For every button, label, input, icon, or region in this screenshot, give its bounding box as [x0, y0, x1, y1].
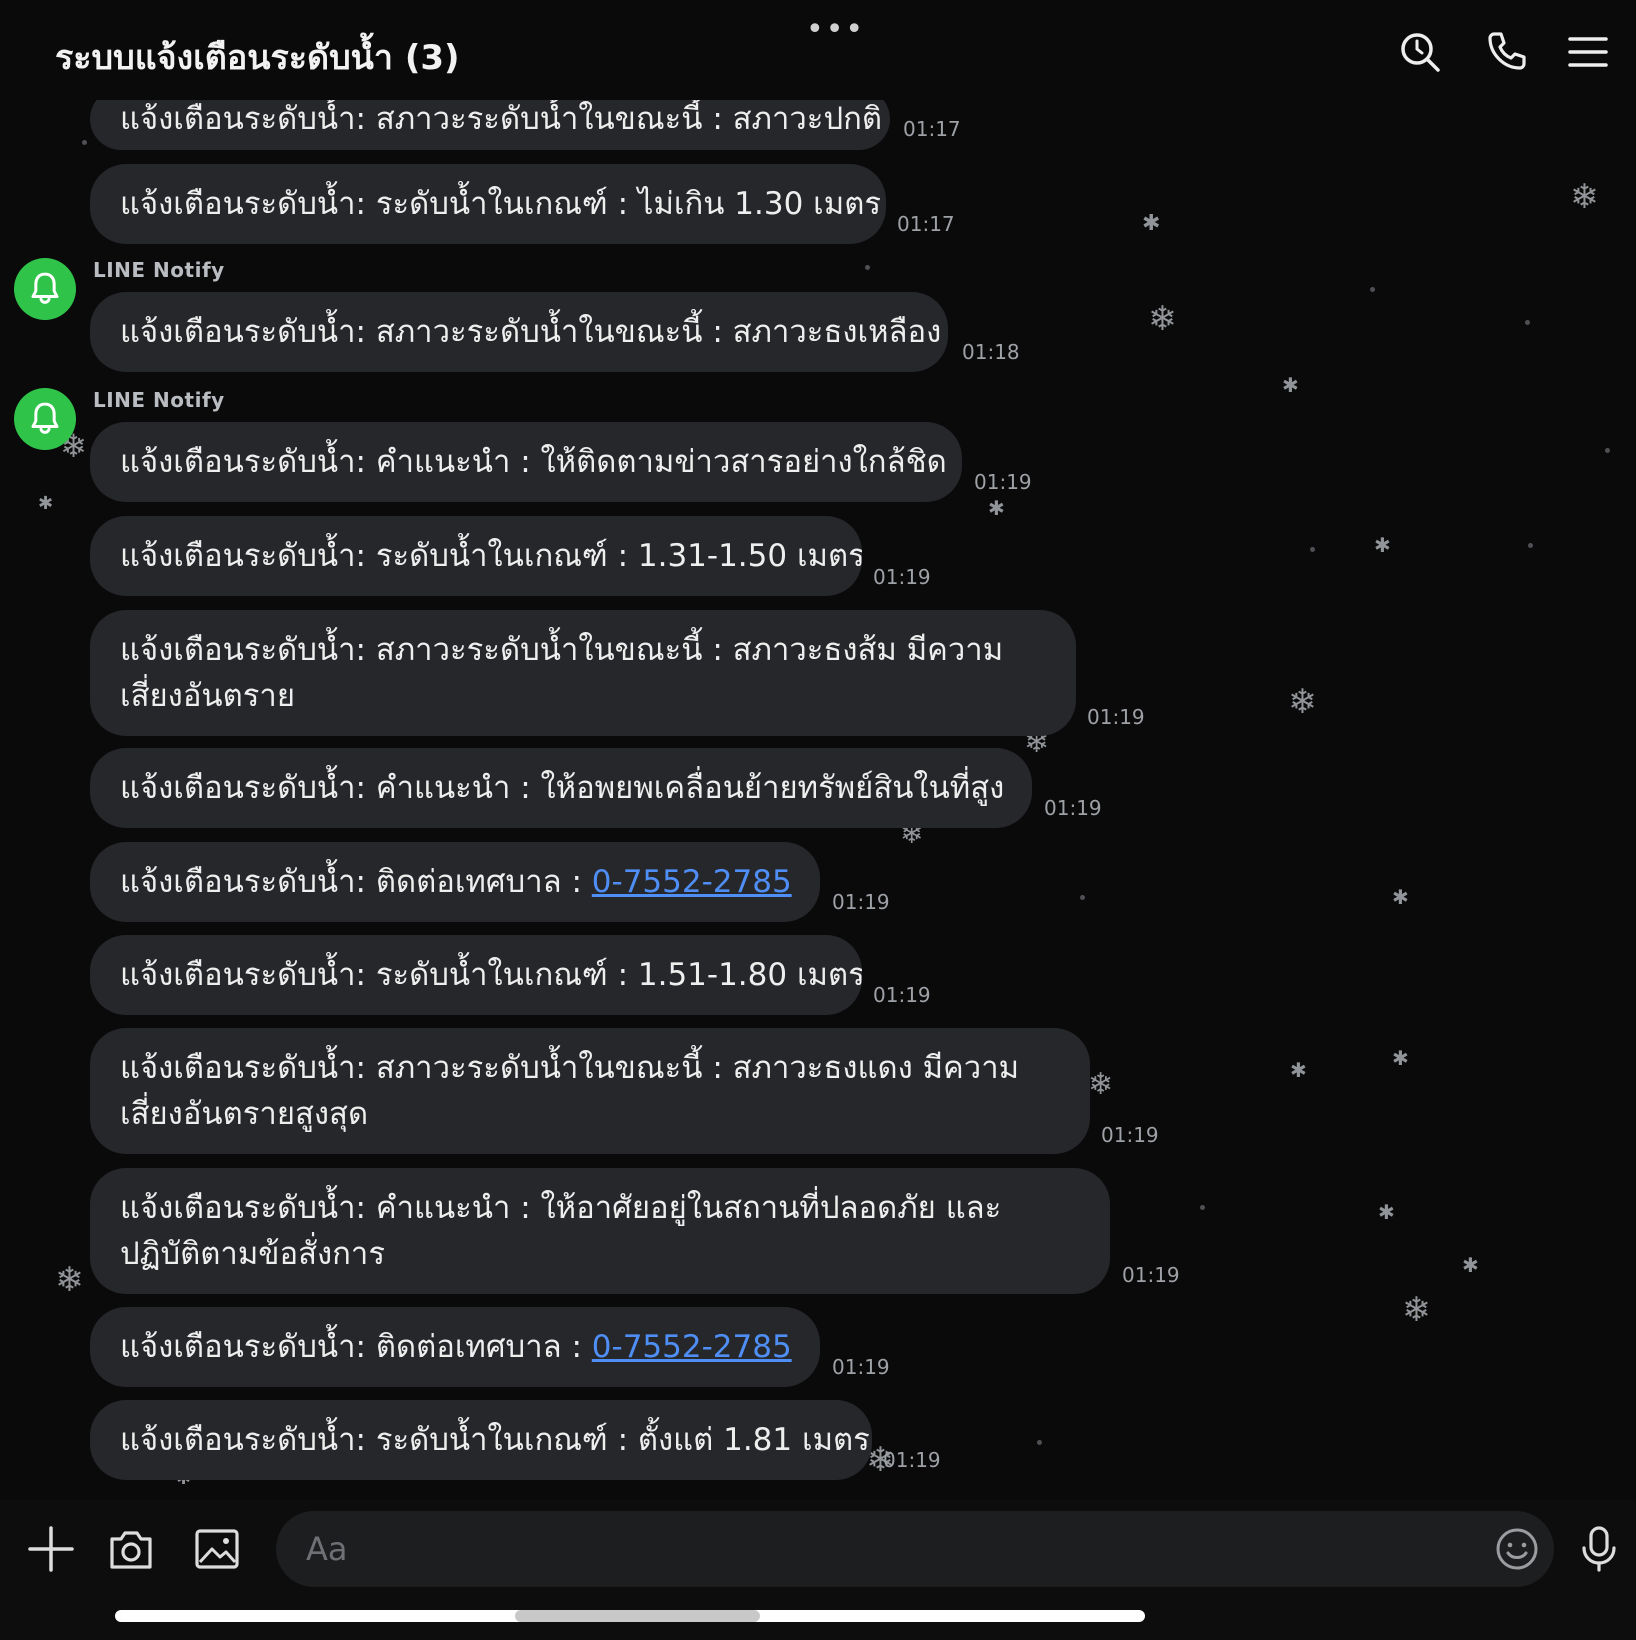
message-time: 01:17 — [903, 117, 961, 141]
sender-name: LINE Notify — [93, 388, 225, 412]
message-bubble[interactable]: แจ้งเตือนระดับน้ำ: คำแนะนำ : ให้ติดตามข่… — [90, 422, 962, 502]
message-bubble[interactable]: แจ้งเตือนระดับน้ำ: ระดับน้ำในเกณฑ์ : 1.5… — [90, 935, 862, 1015]
message-text: แจ้งเตือนระดับน้ำ: ระดับน้ำในเกณฑ์ : ตั้… — [120, 1422, 870, 1458]
search-icon[interactable] — [1396, 28, 1444, 76]
message-time: 01:19 — [1044, 796, 1102, 820]
message-time: 01:19 — [832, 1355, 890, 1379]
message-text: แจ้งเตือนระดับน้ำ: สภาวะระดับน้ำในขณะนี้… — [120, 1050, 1020, 1132]
message-text: แจ้งเตือนระดับน้ำ: ติดต่อเทศบาล : 0-7552… — [120, 859, 792, 905]
message-text: แจ้งเตือนระดับน้ำ: สภาวะระดับน้ำในขณะนี้… — [120, 632, 1004, 714]
emoji-icon[interactable] — [1492, 1524, 1542, 1574]
microphone-icon[interactable] — [1574, 1524, 1624, 1574]
message-time: 01:19 — [974, 470, 1032, 494]
message-text: แจ้งเตือนระดับน้ำ: คำแนะนำ : ให้ติดตามข่… — [120, 444, 947, 480]
chat-title[interactable]: ระบบแจ้งเตือนระดับน้ำ (3) — [55, 30, 460, 84]
message-text: แจ้งเตือนระดับน้ำ: ระดับน้ำในเกณฑ์ : 1.3… — [120, 538, 862, 574]
image-icon[interactable] — [192, 1524, 242, 1574]
message-time: 01:18 — [962, 340, 1020, 364]
more-options-handle[interactable]: ••• — [806, 12, 865, 47]
message-time: 01:19 — [1101, 1123, 1159, 1147]
message-text-prefix: แจ้งเตือนระดับน้ำ: ติดต่อเทศบาล : — [120, 1329, 592, 1365]
message-time: 01:19 — [1122, 1263, 1180, 1287]
menu-icon[interactable] — [1564, 28, 1612, 76]
sender-avatar[interactable] — [14, 388, 76, 450]
sender-avatar[interactable] — [14, 258, 76, 320]
bell-icon — [31, 272, 59, 304]
message-bubble[interactable]: แจ้งเตือนระดับน้ำ: คำแนะนำ : ให้อพยพเคลื… — [90, 748, 1032, 828]
message-time: 01:19 — [873, 565, 931, 589]
message-list[interactable]: แจ้งเตือนระดับน้ำ: สภาวะระดับน้ำในขณะนี้… — [0, 0, 1636, 1500]
sender-name: LINE Notify — [93, 258, 225, 282]
message-time: 01:19 — [883, 1448, 941, 1472]
message-text: แจ้งเตือนระดับน้ำ: สภาวะระดับน้ำในขณะนี้… — [120, 314, 942, 350]
phone-link[interactable]: 0-7552-2785 — [592, 864, 792, 900]
message-bubble[interactable]: แจ้งเตือนระดับน้ำ: ระดับน้ำในเกณฑ์ : ตั้… — [90, 1400, 872, 1480]
message-text: แจ้งเตือนระดับน้ำ: คำแนะนำ : ให้อพยพเคลื… — [120, 770, 1005, 806]
chat-screen: ❄ ✱ ❄ ✱ ✱ ✱ ❄ ✱ ❄ ❄ ❄ ✱ ❄ ✱ ✱ ✱ ✱ ❄ ❄ ❄ … — [0, 0, 1636, 1640]
message-input[interactable] — [276, 1511, 1554, 1587]
message-text-prefix: แจ้งเตือนระดับน้ำ: ติดต่อเทศบาล : — [120, 864, 592, 900]
message-text: แจ้งเตือนระดับน้ำ: ติดต่อเทศบาล : 0-7552… — [120, 1324, 792, 1370]
message-bubble[interactable]: แจ้งเตือนระดับน้ำ: ติดต่อเทศบาล : 0-7552… — [90, 1307, 820, 1387]
message-bubble[interactable]: แจ้งเตือนระดับน้ำ: ติดต่อเทศบาล : 0-7552… — [90, 842, 820, 922]
message-text: แจ้งเตือนระดับน้ำ: ระดับน้ำในเกณฑ์ : 1.5… — [120, 957, 862, 993]
scrollbar-thumb[interactable] — [515, 1610, 760, 1622]
message-bubble[interactable]: แจ้งเตือนระดับน้ำ: ระดับน้ำในเกณฑ์ : ไม่… — [90, 164, 886, 244]
message-text: แจ้งเตือนระดับน้ำ: ระดับน้ำในเกณฑ์ : ไม่… — [120, 186, 881, 222]
camera-icon[interactable] — [106, 1524, 156, 1574]
message-time: 01:19 — [873, 983, 931, 1007]
bell-icon — [31, 402, 59, 434]
chat-header: ••• ระบบแจ้งเตือนระดับน้ำ (3) — [0, 0, 1636, 100]
message-time: 01:19 — [832, 890, 890, 914]
message-bubble[interactable]: แจ้งเตือนระดับน้ำ: สภาวะระดับน้ำในขณะนี้… — [90, 610, 1076, 736]
message-bubble[interactable]: แจ้งเตือนระดับน้ำ: ระดับน้ำในเกณฑ์ : 1.3… — [90, 516, 862, 596]
phone-icon[interactable] — [1482, 28, 1530, 76]
message-bubble[interactable]: แจ้งเตือนระดับน้ำ: สภาวะระดับน้ำในขณะนี้… — [90, 1028, 1090, 1154]
message-text: แจ้งเตือนระดับน้ำ: สภาวะระดับน้ำในขณะนี้… — [120, 101, 883, 137]
message-text: แจ้งเตือนระดับน้ำ: คำแนะนำ : ให้อาศัยอยู… — [120, 1190, 1002, 1272]
phone-link[interactable]: 0-7552-2785 — [592, 1329, 792, 1365]
message-time: 01:17 — [897, 212, 955, 236]
message-time: 01:19 — [1087, 705, 1145, 729]
plus-icon[interactable] — [26, 1524, 76, 1574]
message-bubble[interactable]: แจ้งเตือนระดับน้ำ: สภาวะระดับน้ำในขณะนี้… — [90, 292, 948, 372]
message-bubble[interactable]: แจ้งเตือนระดับน้ำ: คำแนะนำ : ให้อาศัยอยู… — [90, 1168, 1110, 1294]
